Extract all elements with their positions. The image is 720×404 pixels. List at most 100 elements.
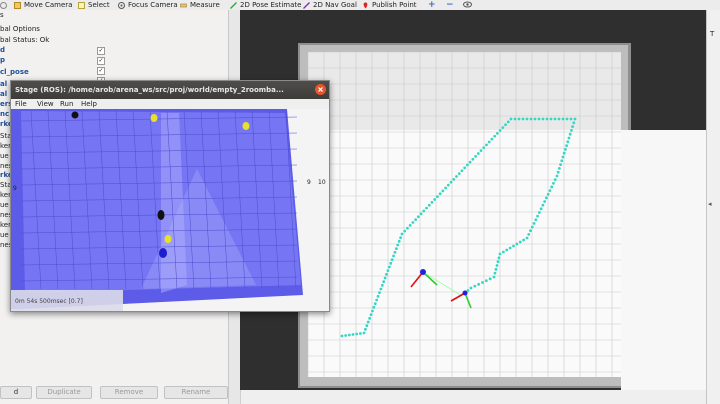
toolbar-cut-item[interactable] (0, 0, 7, 10)
trajectory-point (347, 333, 351, 337)
trajectory-point (493, 271, 497, 275)
add-display-button[interactable]: d (0, 386, 32, 399)
select-button[interactable]: Select (78, 0, 110, 10)
trajectory-point (512, 244, 515, 248)
trajectory-point (533, 117, 537, 121)
trajectory-point (457, 172, 461, 176)
display-checkbox[interactable]: ✓ (97, 57, 105, 65)
publish-point-button[interactable]: Publish Point (362, 0, 417, 10)
rename-display-button[interactable]: Rename (164, 386, 228, 399)
trajectory-point (561, 155, 565, 159)
trajectory-point (525, 236, 529, 240)
trajectory-point (455, 175, 458, 178)
publish-point-icon (362, 2, 369, 9)
trajectory-point (466, 163, 469, 167)
display-checkbox[interactable]: ✓ (97, 67, 105, 75)
robot-yellow-1 (150, 114, 158, 122)
trajectory-point (408, 223, 412, 227)
collapse-handle-icon[interactable]: ◂ (708, 200, 712, 208)
menu-help[interactable]: Help (81, 100, 97, 108)
trajectory-point (569, 117, 573, 121)
trajectory-point (539, 207, 543, 211)
trajectory-point (555, 174, 559, 178)
select-label: Select (88, 1, 110, 9)
display-tree-item[interactable]: p (0, 56, 5, 64)
trajectory-point (364, 327, 367, 331)
close-window-button[interactable] (315, 84, 326, 95)
display-tree-item[interactable]: bal Options (0, 25, 40, 33)
add-tool-button[interactable]: + (428, 0, 436, 10)
trajectory-point (553, 117, 557, 121)
trajectory-point (406, 226, 409, 230)
trajectory-point (492, 275, 496, 279)
trajectory-point (403, 229, 407, 233)
trajectory-point (369, 313, 373, 317)
trajectory-point (358, 332, 362, 335)
trajectory-point (521, 117, 525, 121)
interact-icon (0, 1, 7, 9)
axis-label-right: 9 (307, 179, 311, 186)
display-tree-item[interactable]: ue (0, 152, 9, 160)
measure-button[interactable]: Measure (179, 0, 220, 10)
trajectory-point (419, 212, 423, 216)
display-tree-item[interactable]: ue (0, 201, 9, 209)
display-tree-item[interactable]: al (0, 80, 7, 88)
trajectory-point (553, 178, 557, 182)
trajectory-point (366, 320, 370, 324)
trajectory-point (536, 214, 539, 218)
trajectory-point (498, 129, 502, 132)
display-tree-item[interactable]: nc (0, 110, 9, 118)
pose-estimate-button[interactable]: 2D Pose Estimate (230, 0, 301, 10)
display-tree-item[interactable]: ue (0, 231, 9, 239)
trajectory-point (394, 247, 398, 251)
robot-yellow-2 (242, 122, 250, 130)
trajectory-point (564, 148, 567, 151)
display-tree-item[interactable]: cl_pose (0, 68, 29, 76)
trajectory-point (556, 170, 560, 174)
trajectory-point (552, 181, 555, 185)
menu-run[interactable]: Run (60, 100, 73, 108)
trajectory-point (508, 246, 512, 250)
display-tree-item[interactable]: s (0, 11, 4, 19)
trajectory-point (396, 243, 400, 247)
trajectory-point (493, 134, 497, 138)
trajectory-point (373, 302, 377, 306)
measure-label: Measure (190, 1, 220, 9)
trajectory-point (463, 166, 467, 170)
remove-display-button[interactable]: Remove (100, 386, 158, 399)
trajectory-point (562, 151, 566, 155)
view-options-button[interactable] (463, 0, 472, 10)
menu-view[interactable]: View (37, 100, 54, 108)
display-tree-item[interactable]: d (0, 46, 5, 54)
stage-menubar: File View Run Help (11, 99, 329, 109)
trajectory-point (501, 250, 505, 254)
menu-file[interactable]: File (15, 100, 27, 108)
stage-title: Stage (ROS): /home/arob/arena_ws/src/pro… (15, 86, 284, 94)
trajectory-point (568, 132, 572, 136)
duplicate-display-button[interactable]: Duplicate (36, 386, 92, 399)
trajectory-point (433, 198, 437, 201)
trajectory-point (496, 260, 500, 264)
focus-camera-label: Focus Camera (128, 1, 178, 9)
stage-canvas[interactable]: 9 9 10 0m 54s 500msec [0.7] (11, 109, 329, 311)
trajectory-point (495, 131, 499, 135)
trajectory-point (383, 276, 387, 280)
trajectory-point (378, 291, 381, 295)
trajectory-point (557, 117, 561, 121)
move-camera-button[interactable]: Move Camera (14, 0, 72, 10)
remove-tool-button[interactable]: − (446, 0, 454, 10)
display-checkbox[interactable]: ✓ (97, 47, 105, 55)
stage-window: Stage (ROS): /home/arob/arena_ws/src/pro… (10, 80, 330, 312)
display-tree-item[interactable]: al (0, 90, 7, 98)
trajectory-point (397, 239, 401, 243)
stage-titlebar[interactable]: Stage (ROS): /home/arob/arena_ws/src/pro… (11, 81, 329, 99)
trajectory-point (469, 286, 473, 290)
trajectory-point (529, 229, 532, 233)
map-right-region (621, 130, 706, 390)
display-tree-item[interactable]: bal Status: Ok (0, 36, 49, 44)
trajectory-point (501, 126, 505, 130)
publish-point-label: Publish Point (372, 1, 417, 9)
focus-camera-button[interactable]: Focus Camera (118, 0, 178, 10)
nav-goal-button[interactable]: 2D Nav Goal (303, 0, 357, 10)
trajectory-point (530, 225, 534, 229)
